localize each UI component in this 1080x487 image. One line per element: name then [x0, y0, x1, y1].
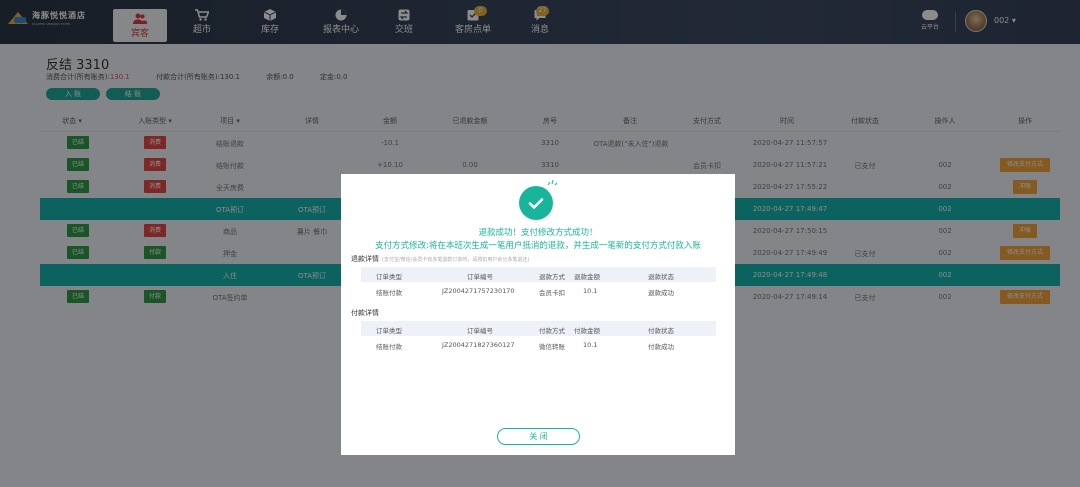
refund-result-dialog: 退款成功！支付修改方式成功！ 支付方式修改:将在本班次生成一笔用户抵消的退款，并…	[341, 174, 735, 455]
table-row: 结账付款 JZ2004271827360127 微信转账 10.1 付款成功	[376, 341, 674, 351]
refund-section-title: 退款详情 (支付宝/微信/会员卡有多笔退款订单时，请按扣用户余分多笔退还)	[351, 255, 530, 263]
success-message: 退款成功！支付修改方式成功！	[478, 228, 598, 238]
pay-table-header: 订单类型 订单编号 付款方式 付款金额 付款状态	[361, 321, 716, 336]
success-check-icon	[519, 186, 553, 220]
refund-table-header: 订单类型 订单编号 退款方式 退款金额 退款状态	[361, 267, 716, 282]
refund-hint: (支付宝/微信/会员卡有多笔退款订单时，请按扣用户余分多笔退还)	[382, 257, 530, 263]
refund-detail-table: 订单类型 订单编号 退款方式 退款金额 退款状态 结账付款 JZ20042717…	[361, 267, 716, 299]
table-row: 结账付款 JZ2004271757230170 会员卡扣 10.1 退款成功	[376, 287, 674, 297]
pay-section-title: 付款详情	[351, 309, 379, 317]
sparkle-icon	[547, 180, 557, 186]
close-button[interactable]: 关 闭	[497, 428, 580, 445]
pay-detail-table: 订单类型 订单编号 付款方式 付款金额 付款状态 结账付款 JZ20042718…	[361, 321, 716, 353]
success-detail-message: 支付方式修改:将在本班次生成一笔用户抵消的退款，并生成一笔新的支付方式付款入账	[375, 241, 701, 251]
